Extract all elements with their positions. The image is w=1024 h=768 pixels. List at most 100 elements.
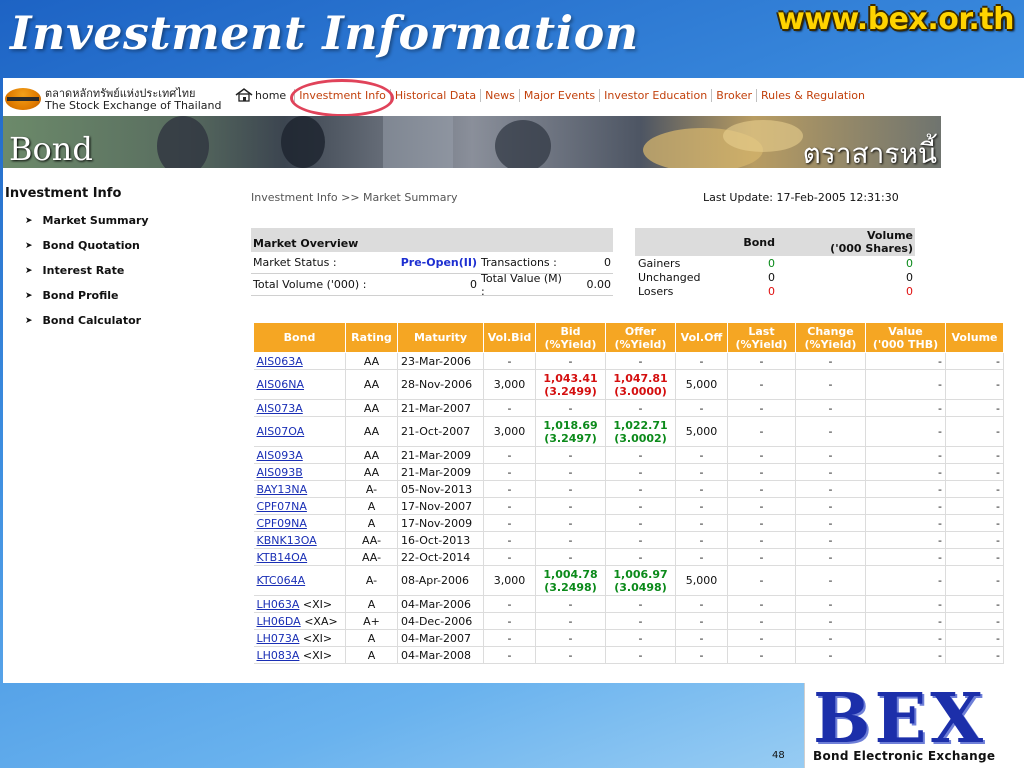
- last-cell: -: [727, 646, 796, 664]
- sidebar-item-interest-rate[interactable]: ➤ Interest Rate: [3, 258, 243, 283]
- nav-broker[interactable]: Broker: [711, 88, 756, 102]
- vol-off-cell: -: [675, 595, 728, 613]
- gainers-rows: Gainers 0 0 Unchanged 0 0 Losers 0 0: [635, 256, 915, 298]
- change-cell: -: [795, 463, 866, 481]
- nav-rules-regulation[interactable]: Rules & Regulation: [756, 88, 869, 102]
- bond-symbol-link[interactable]: KTB14OA: [257, 551, 308, 564]
- volume-cell: -: [945, 463, 1004, 481]
- vol-off-cell: -: [675, 612, 728, 630]
- breadcrumb: Investment Info >> Market Summary: [251, 191, 458, 204]
- value-cell: -: [865, 595, 946, 613]
- bond-symbol-link[interactable]: AIS093B: [257, 466, 303, 479]
- bond-cell: KBNK13OA: [253, 531, 346, 549]
- gainers-row-label: Gainers: [638, 256, 681, 270]
- value-cell: -: [865, 565, 946, 596]
- last-cell: -: [727, 565, 796, 596]
- vol-bid-cell: -: [483, 480, 536, 498]
- sidebar-item-label: Interest Rate: [42, 264, 125, 277]
- offer-cell: -: [605, 352, 676, 370]
- set-logo-english-text: The Stock Exchange of Thailand: [45, 99, 222, 112]
- vol-off-cell: -: [675, 352, 728, 370]
- table-row: LH06DA <XA> A+ 04-Dec-2006- - - - - - - -: [253, 612, 1004, 630]
- sidebar-item-bond-profile[interactable]: ➤ Bond Profile: [3, 283, 243, 308]
- table-row: LH063A <XI> A 04-Mar-2006- - - - - - - -: [253, 595, 1004, 613]
- nav-investor-education[interactable]: Investor Education: [599, 88, 711, 102]
- offer-cell: -: [605, 446, 676, 464]
- home-icon: [235, 88, 253, 102]
- offer-cell-yield: (3.0002): [614, 431, 667, 445]
- volume-cell: -: [945, 416, 1004, 447]
- investment-info-highlight-circle: [290, 79, 394, 117]
- bond-market-webpage: ตลาดหลักทรัพย์แห่งประเทศไทย The Stock Ex…: [3, 78, 1024, 683]
- gainers-header: Bond Volume ('000 Shares): [635, 228, 915, 256]
- nav-home-link[interactable]: home: [235, 88, 286, 102]
- arrow-right-icon: ➤: [25, 240, 33, 251]
- bond-symbol-link[interactable]: LH063A: [257, 598, 300, 611]
- value-cell: -: [865, 497, 946, 515]
- bid-cell: 1,004.78 (3.2498): [535, 565, 606, 596]
- bond-symbol-link[interactable]: LH06DA: [257, 615, 301, 628]
- change-cell: -: [795, 352, 866, 370]
- offer-cell: -: [605, 497, 676, 515]
- vol-bid-cell: -: [483, 595, 536, 613]
- nav-news[interactable]: News: [480, 88, 519, 102]
- gainers-row-volume: 0: [906, 256, 913, 270]
- bid-cell: 1,018.69 (3.2497): [535, 416, 606, 447]
- bid-cell-price: 1,004.78: [543, 567, 598, 581]
- bid-cell-yield: (3.2499): [544, 384, 597, 398]
- column-header-text: Vol.Bid: [487, 331, 532, 344]
- bid-cell: -: [535, 595, 606, 613]
- bond-symbol-link[interactable]: AIS073A: [257, 402, 303, 415]
- table-row: LH083A <XI> A 04-Mar-2008- - - - - - - -: [253, 646, 1004, 664]
- volume-cell: -: [945, 531, 1004, 549]
- bond-symbol-link[interactable]: KBNK13OA: [257, 534, 317, 547]
- bond-symbol-link[interactable]: AIS07OA: [257, 425, 305, 438]
- vol-bid-cell: -: [483, 548, 536, 566]
- bond-symbol-link[interactable]: AIS06NA: [257, 378, 305, 391]
- nav-historical-data[interactable]: Historical Data: [389, 88, 480, 102]
- sidebar-item-bond-calculator[interactable]: ➤ Bond Calculator: [3, 308, 243, 333]
- market-status-value: Pre-Open(II): [400, 256, 477, 269]
- maturity-cell: 22-Oct-2014: [397, 548, 484, 566]
- rating-cell: A: [345, 514, 398, 532]
- bond-cell: AIS073A: [253, 399, 346, 417]
- bond-symbol-link[interactable]: AIS063A: [257, 355, 303, 368]
- market-status-label: Market Status :: [253, 256, 337, 269]
- nav-home-label: home: [255, 88, 287, 102]
- table-row: KTC064A A- 08-Apr-2006 3,000 1,004.78 (3.2498…: [253, 565, 1004, 596]
- sidebar-item-market-summary[interactable]: ➤ Market Summary: [3, 208, 243, 233]
- bond-cell: CPF07NA: [253, 497, 346, 515]
- offer-cell-yield: (3.0498): [614, 580, 667, 594]
- value-cell: -: [865, 463, 946, 481]
- bond-table-header-row: Bond Rating Maturity Vol.Bid Bid (%Yield) Offe…: [253, 322, 1004, 353]
- bond-symbol-link[interactable]: LH083A: [257, 649, 300, 662]
- bond-symbol-link[interactable]: BAY13NA: [257, 483, 308, 496]
- bond-symbol-link[interactable]: KTC064A: [257, 574, 306, 587]
- bond-symbol-link[interactable]: CPF09NA: [257, 517, 307, 530]
- change-cell: -: [795, 480, 866, 498]
- value-cell: -: [865, 399, 946, 417]
- maturity-cell: 21-Mar-2007: [397, 399, 484, 417]
- nav-major-events[interactable]: Major Events: [518, 88, 599, 102]
- vol-bid-cell: -: [483, 612, 536, 630]
- bond-symbol-link[interactable]: LH073A: [257, 632, 300, 645]
- offer-cell: -: [605, 514, 676, 532]
- sidebar: Investment Info ➤ Market Summary ➤ Bond …: [3, 186, 243, 333]
- maturity-cell: 16-Oct-2013: [397, 531, 484, 549]
- bond-symbol-link[interactable]: AIS093A: [257, 449, 303, 462]
- rating-cell: A: [345, 646, 398, 664]
- bond-cell: LH073A <XI>: [253, 629, 346, 647]
- rating-cell: AA-: [345, 548, 398, 566]
- vol-off-cell: -: [675, 548, 728, 566]
- bond-symbol-link[interactable]: CPF07NA: [257, 500, 307, 513]
- sidebar-item-label: Bond Profile: [42, 289, 119, 302]
- volume-cell: -: [945, 369, 1004, 400]
- bid-cell: 1,043.41 (3.2499): [535, 369, 606, 400]
- value-cell: -: [865, 612, 946, 630]
- arrow-right-icon: ➤: [25, 315, 33, 326]
- arrow-right-icon: ➤: [25, 265, 33, 276]
- sidebar-item-bond-quotation[interactable]: ➤ Bond Quotation: [3, 233, 243, 258]
- change-cell: -: [795, 369, 866, 400]
- set-logo[interactable]: ตลาดหลักทรัพย์แห่งประเทศไทย The Stock Ex…: [5, 84, 227, 114]
- volume-cell: -: [945, 646, 1004, 664]
